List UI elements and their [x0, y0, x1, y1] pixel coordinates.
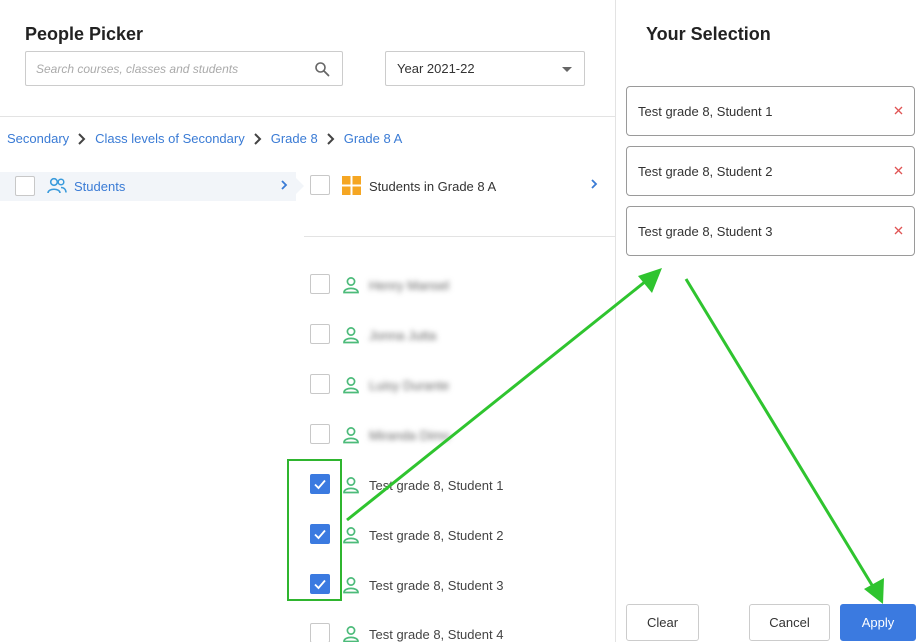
student-name: Test grade 8, Student 1: [369, 478, 504, 493]
year-select-value: Year 2021-22: [397, 61, 475, 76]
divider: [304, 236, 615, 237]
student-checkbox[interactable]: [310, 424, 330, 444]
student-name: Henry Mansel: [369, 278, 450, 293]
selected-item-name: Test grade 8, Student 3: [638, 224, 773, 239]
group-item[interactable]: Students in Grade 8 A: [304, 172, 614, 201]
student-row[interactable]: Test grade 8, Student 3: [304, 574, 614, 598]
person-icon: [343, 377, 359, 394]
breadcrumb-item[interactable]: Class levels of Secondary: [95, 131, 245, 146]
selected-item-name: Test grade 8, Student 2: [638, 164, 773, 179]
cancel-button[interactable]: Cancel: [749, 604, 830, 641]
divider: [0, 116, 615, 117]
student-checkbox[interactable]: [310, 623, 330, 642]
clear-button[interactable]: Clear: [626, 604, 699, 641]
student-name: Test grade 8, Student 2: [369, 528, 504, 543]
student-name: Test grade 8, Student 3: [369, 578, 504, 593]
grid-icon: [342, 176, 361, 195]
annotation-highlight-box: [287, 459, 342, 601]
group-checkbox[interactable]: [310, 175, 330, 195]
selected-item-name: Test grade 8, Student 1: [638, 104, 773, 119]
student-row[interactable]: Miranda Dimo: [304, 424, 614, 448]
selected-item: Test grade 8, Student 3: [626, 206, 915, 256]
student-row[interactable]: Test grade 8, Student 2: [304, 524, 614, 548]
person-icon: [343, 477, 359, 494]
person-icon: [343, 577, 359, 594]
student-row[interactable]: Jonna Jutta: [304, 324, 614, 348]
student-row[interactable]: Luisy Durante: [304, 374, 614, 398]
search-box[interactable]: [25, 51, 343, 86]
selection-title: Your Selection: [646, 24, 771, 44]
remove-icon[interactable]: [893, 105, 904, 116]
remove-icon[interactable]: [893, 165, 904, 176]
student-checkbox[interactable]: [310, 374, 330, 394]
student-row[interactable]: Henry Mansel: [304, 274, 614, 298]
selection-panel: Your Selection Test grade 8, Student 1 T…: [616, 0, 924, 642]
search-input[interactable]: [26, 52, 296, 85]
student-name: Luisy Durante: [369, 378, 450, 393]
person-icon: [343, 427, 359, 444]
chevron-right-icon: [78, 132, 86, 145]
level-item-label: Students: [74, 179, 126, 194]
selected-indicator: [296, 178, 304, 194]
breadcrumb-item[interactable]: Secondary: [7, 131, 69, 146]
caret-down-icon: [562, 67, 572, 72]
selected-item: Test grade 8, Student 2: [626, 146, 915, 196]
chevron-right-icon[interactable]: [279, 179, 289, 191]
student-checkbox[interactable]: [310, 274, 330, 294]
breadcrumb-item[interactable]: Grade 8: [271, 131, 318, 146]
year-select[interactable]: Year 2021-22: [385, 51, 585, 86]
selected-item: Test grade 8, Student 1: [626, 86, 915, 136]
student-name: Test grade 8, Student 4: [369, 627, 504, 642]
level-checkbox[interactable]: [15, 176, 35, 196]
search-icon[interactable]: [314, 61, 330, 77]
apply-button[interactable]: Apply: [840, 604, 916, 641]
student-row[interactable]: Test grade 8, Student 1: [304, 474, 614, 498]
person-icon: [343, 277, 359, 294]
student-checkbox[interactable]: [310, 324, 330, 344]
chevron-right-icon: [327, 132, 335, 145]
page-title: People Picker: [25, 24, 144, 44]
chevron-right-icon: [254, 132, 262, 145]
breadcrumb: Secondary Class levels of Secondary Grad…: [7, 131, 402, 146]
student-name: Miranda Dimo: [369, 428, 450, 443]
person-icon: [343, 626, 359, 642]
student-row[interactable]: Test grade 8, Student 4: [304, 623, 614, 642]
breadcrumb-item[interactable]: Grade 8 A: [344, 131, 403, 146]
group-item-label: Students in Grade 8 A: [369, 179, 497, 194]
remove-icon[interactable]: [893, 225, 904, 236]
people-picker-panel: People Picker Year 2021-22 Secondary Cla…: [0, 0, 616, 642]
level-item-students[interactable]: Students: [0, 172, 304, 201]
person-icon: [343, 527, 359, 544]
person-icon: [343, 327, 359, 344]
student-name: Jonna Jutta: [369, 328, 437, 343]
people-icon: [47, 177, 67, 194]
chevron-right-icon[interactable]: [589, 178, 599, 190]
